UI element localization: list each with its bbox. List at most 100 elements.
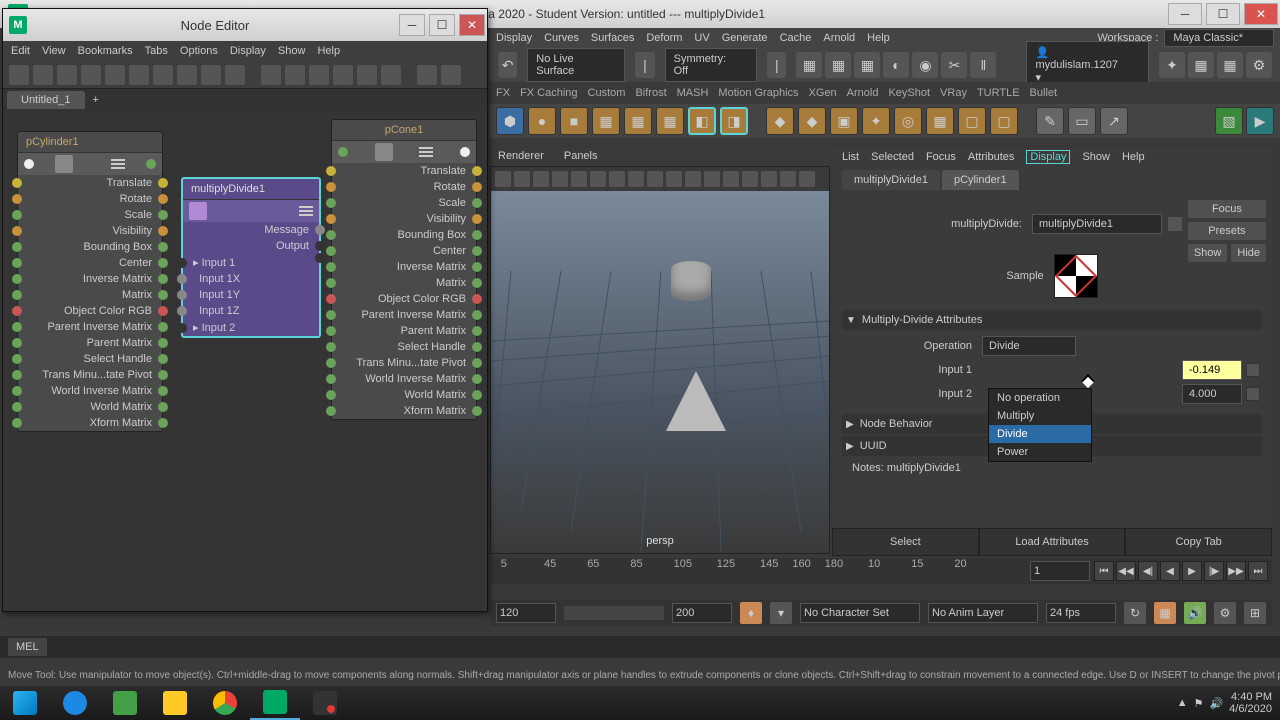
node-attr[interactable]: World Matrix <box>332 387 476 403</box>
node-attr[interactable]: Matrix <box>332 275 476 291</box>
time-ruler[interactable]: 5 45 65 85 105 125 145 160 180 10 15 20 <box>490 558 1030 584</box>
current-frame-field[interactable] <box>1030 561 1090 581</box>
section-multiply-divide[interactable]: ▼ Multiply-Divide Attributes <box>842 310 1262 330</box>
shelf-icon[interactable]: ▦ <box>656 107 684 135</box>
shelf-tab[interactable]: KeyShot <box>888 87 930 99</box>
pref-icon[interactable]: ⚙ <box>1214 602 1236 624</box>
workspace-selector[interactable]: Maya Classic* <box>1164 29 1274 47</box>
ne-canvas[interactable]: pCylinder1 TranslateRotateScaleVisibilit… <box>3 111 487 611</box>
node-attr[interactable]: Parent Matrix <box>332 323 476 339</box>
rec-icon[interactable]: ▦ <box>1154 602 1176 624</box>
render-icon[interactable]: ▦ <box>1188 52 1214 78</box>
shelf-icon[interactable]: ◧ <box>688 107 716 135</box>
ne-tool-icon[interactable] <box>225 65 245 85</box>
menu-help[interactable]: Help <box>867 32 890 44</box>
vp-icon[interactable] <box>780 171 796 187</box>
audio-icon[interactable]: 🔊 <box>1184 602 1206 624</box>
animlayer-selector[interactable]: No Anim Layer <box>928 603 1038 623</box>
node-attr[interactable]: Matrix <box>18 287 162 303</box>
menu-deform[interactable]: Deform <box>646 32 682 44</box>
close-button[interactable]: ✕ <box>1244 3 1278 25</box>
node-name-field[interactable]: multiplyDivide1 <box>1032 214 1162 234</box>
viewport[interactable]: persp <box>490 166 830 554</box>
node-attr[interactable]: Trans Minu...tate Pivot <box>332 355 476 371</box>
shelf-icon[interactable]: ▦ <box>624 107 652 135</box>
ne-tool-icon[interactable] <box>441 65 461 85</box>
range-end-field[interactable] <box>672 603 732 623</box>
symmetry-selector[interactable]: Symmetry: Off <box>665 48 758 82</box>
toolbar-icon[interactable]: ▦ <box>796 52 822 78</box>
shelf-tab[interactable]: Bullet <box>1030 87 1058 99</box>
node-attr[interactable]: Bounding Box <box>332 227 476 243</box>
node-attr[interactable]: Center <box>332 243 476 259</box>
ne-tool-icon[interactable] <box>285 65 305 85</box>
node-attr[interactable]: Select Handle <box>18 351 162 367</box>
copy-tab-button[interactable]: Copy Tab <box>1125 528 1272 556</box>
shelf-icon[interactable]: ▣ <box>830 107 858 135</box>
node-attr[interactable]: Input 1Z <box>183 303 319 319</box>
op-option-multiply[interactable]: Multiply <box>989 407 1091 425</box>
menu-display[interactable]: Display <box>496 32 532 44</box>
ne-menu-item[interactable]: View <box>42 45 66 57</box>
ne-menu-item[interactable]: Display <box>230 45 266 57</box>
ae-menu-item[interactable]: Display <box>1026 150 1070 164</box>
menu-arnold[interactable]: Arnold <box>823 32 855 44</box>
ne-menu-item[interactable]: Show <box>278 45 306 57</box>
node-attr[interactable]: Xform Matrix <box>332 403 476 419</box>
ne-tool-icon[interactable] <box>417 65 437 85</box>
vp-icon[interactable] <box>666 171 682 187</box>
menu-cache[interactable]: Cache <box>780 32 812 44</box>
node-attr[interactable]: Select Handle <box>332 339 476 355</box>
ne-tool-icon[interactable] <box>105 65 125 85</box>
node-attr[interactable]: ▸ Input 1 <box>183 254 319 271</box>
node-pcylinder[interactable]: pCylinder1 TranslateRotateScaleVisibilit… <box>17 131 163 432</box>
vp-icon[interactable] <box>495 171 511 187</box>
mel-label[interactable]: MEL <box>8 638 47 656</box>
node-attr[interactable]: Trans Minu...tate Pivot <box>18 367 162 383</box>
input1-z-field[interactable]: -0.149 <box>1182 360 1242 380</box>
autokey-icon[interactable]: ▾ <box>770 602 792 624</box>
vp-icon[interactable] <box>704 171 720 187</box>
node-attr[interactable]: World Inverse Matrix <box>18 383 162 399</box>
render-icon[interactable]: ⚙ <box>1246 52 1272 78</box>
node-attr[interactable]: Visibility <box>18 223 162 239</box>
node-attr[interactable]: Visibility <box>332 211 476 227</box>
shelf-icon[interactable]: ▢ <box>990 107 1018 135</box>
shelf-icon[interactable]: ◎ <box>894 107 922 135</box>
node-pcone[interactable]: pCone1 TranslateRotateScaleVisibilityBou… <box>331 119 477 420</box>
operation-dropdown[interactable]: Divide <box>982 336 1076 356</box>
charset-selector[interactable]: No Character Set <box>800 603 920 623</box>
timeline[interactable]: 5 45 65 85 105 125 145 160 180 10 15 20 … <box>490 558 1272 584</box>
vp-icon[interactable] <box>533 171 549 187</box>
ne-title-bar[interactable]: M Node Editor ─ ☐ ✕ <box>3 9 487 41</box>
panel-renderer[interactable]: Renderer <box>498 150 544 164</box>
input2-z-field[interactable]: 4.000 <box>1182 384 1242 404</box>
vp-icon[interactable] <box>647 171 663 187</box>
shelf-tab[interactable]: FX Caching <box>520 87 577 99</box>
goto-start-icon[interactable]: ⏮ <box>1094 561 1114 581</box>
range-slider[interactable] <box>564 606 664 620</box>
node-attr[interactable]: Rotate <box>332 179 476 195</box>
explorer-icon[interactable] <box>150 686 200 720</box>
node-attr[interactable]: Translate <box>18 175 162 191</box>
op-option-divide[interactable]: Divide <box>989 425 1091 443</box>
pref-icon[interactable]: ⊞ <box>1244 602 1266 624</box>
ae-tab[interactable]: multiplyDivide1 <box>842 170 940 190</box>
cone-mesh[interactable] <box>666 371 726 431</box>
select-button[interactable]: Select <box>832 528 979 556</box>
ne-tool-icon[interactable] <box>333 65 353 85</box>
menu-surfaces[interactable]: Surfaces <box>591 32 634 44</box>
ne-tool-icon[interactable] <box>57 65 77 85</box>
node-attr[interactable]: Parent Inverse Matrix <box>18 319 162 335</box>
shelf-icon[interactable]: ✦ <box>862 107 890 135</box>
shelf-tab[interactable]: XGen <box>809 87 837 99</box>
shelf-tab[interactable]: MASH <box>677 87 709 99</box>
node-attr[interactable]: Object Color RGB <box>332 291 476 307</box>
shelf-tab[interactable]: Motion Graphics <box>718 87 798 99</box>
maximize-button[interactable]: ☐ <box>1206 3 1240 25</box>
shelf-icon[interactable]: ● <box>528 107 556 135</box>
node-attr[interactable]: Parent Matrix <box>18 335 162 351</box>
focus-button[interactable]: Focus <box>1188 200 1266 218</box>
node-attr[interactable]: Parent Inverse Matrix <box>332 307 476 323</box>
node-attr[interactable]: Scale <box>18 207 162 223</box>
